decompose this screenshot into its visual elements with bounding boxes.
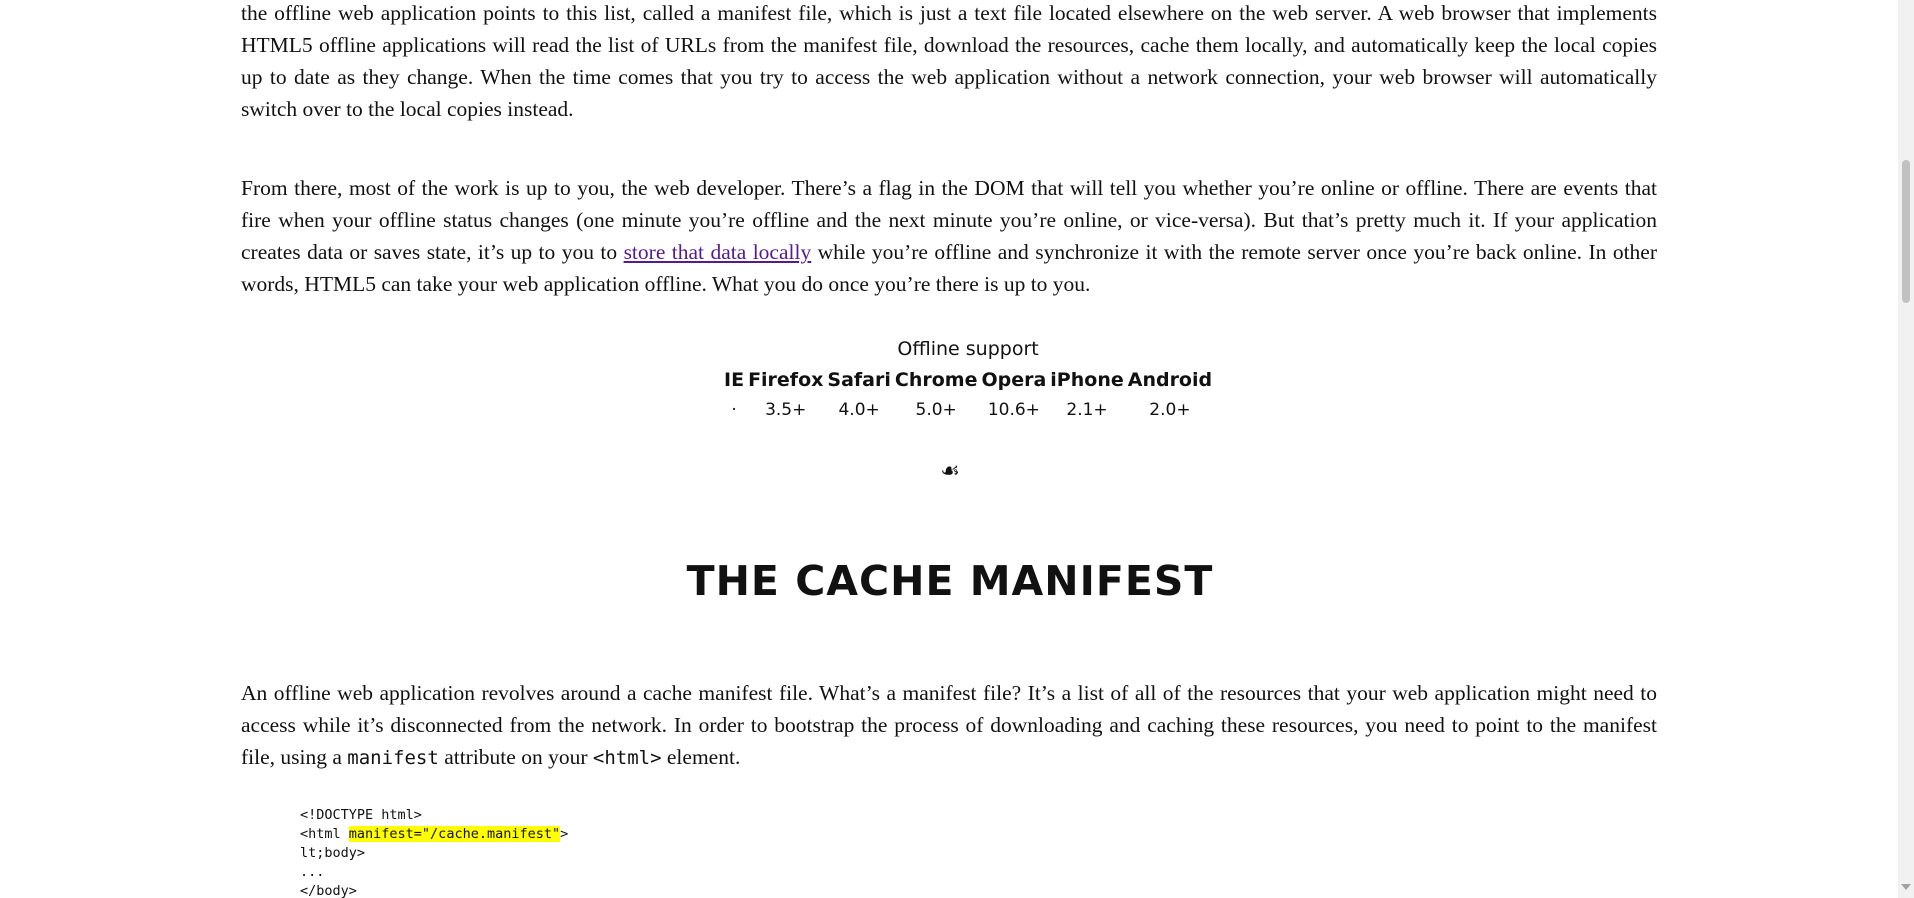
paragraph-text: the offline web application points to th… — [241, 1, 1657, 121]
header-android: Android — [1127, 369, 1213, 391]
store-data-locally-link[interactable]: store that data locally — [624, 240, 812, 264]
cell-android: 2.0+ — [1149, 400, 1191, 420]
code-line: </body> — [300, 883, 357, 898]
page-content: the offline web application points to th… — [0, 0, 1898, 898]
table-caption: Offline support — [897, 338, 1039, 360]
vertical-scrollbar[interactable] — [1898, 0, 1914, 898]
offline-support-table: Offline support IE Firefox Safari Chrome… — [722, 334, 1214, 425]
cell-iphone: 2.1+ — [1066, 400, 1108, 420]
cell-chrome: 5.0+ — [915, 400, 957, 420]
paragraph-dom-flag: From there, most of the work is up to yo… — [241, 172, 1657, 300]
paragraph-offline-manifest-intro: the offline web application points to th… — [241, 0, 1657, 125]
cell-ie: · — [731, 400, 737, 420]
code-line: ... — [300, 864, 325, 880]
code-line: <!DOCTYPE html> — [300, 807, 422, 823]
code-sample: <!DOCTYPE html> <html manifest="/cache.m… — [300, 806, 568, 898]
inline-code-manifest: manifest — [347, 747, 439, 769]
cell-safari: 4.0+ — [838, 400, 880, 420]
header-firefox: Firefox — [748, 369, 824, 391]
code-highlight-manifest: manifest="/cache.manifest" — [348, 826, 561, 842]
cell-firefox: 3.5+ — [765, 400, 807, 420]
header-safari: Safari — [827, 369, 891, 391]
header-iphone: iPhone — [1050, 369, 1124, 391]
code-line: > — [560, 826, 569, 842]
header-opera: Opera — [981, 369, 1047, 391]
cell-opera: 10.6+ — [987, 400, 1040, 420]
fleuron-ornament: ☙ — [940, 459, 960, 484]
paragraph-text: attribute on your — [438, 745, 593, 769]
table-row: · 3.5+ 4.0+ 5.0+ 10.6+ 2.1+ 2.0+ — [722, 395, 1214, 425]
code-line: lt;body> — [300, 845, 366, 861]
table-header-row: IE Firefox Safari Chrome Opera iPhone An… — [722, 365, 1214, 395]
paragraph-cache-manifest-intro: An offline web application revolves arou… — [241, 677, 1657, 774]
code-line: <html — [300, 826, 349, 842]
header-ie: IE — [724, 369, 745, 391]
scroll-down-arrow-icon[interactable] — [1901, 884, 1911, 890]
inline-code-html: <html> — [592, 747, 662, 769]
paragraph-text: element. — [661, 745, 741, 769]
section-heading: THE CACHE MANIFEST — [686, 557, 1214, 605]
header-chrome: Chrome — [894, 369, 978, 391]
scrollbar-thumb[interactable] — [1902, 160, 1910, 303]
